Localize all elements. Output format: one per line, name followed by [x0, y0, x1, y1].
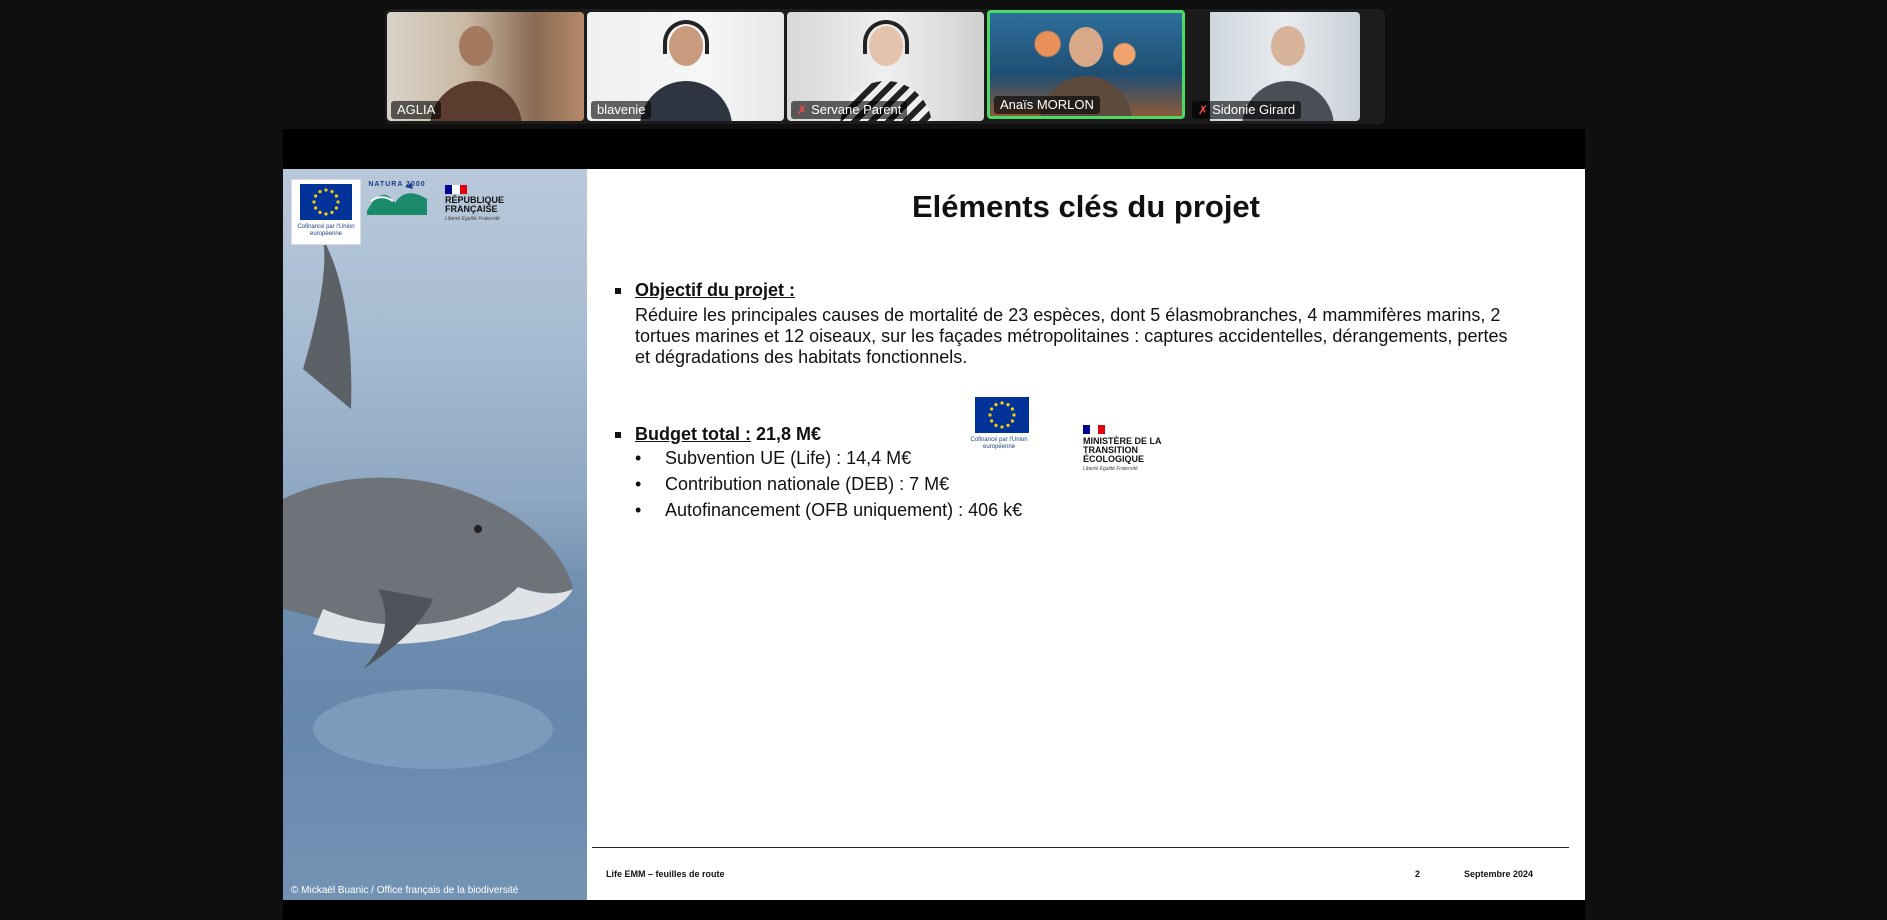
slide-title: Eléments clés du projet: [912, 189, 1260, 224]
microphone-off-icon: ✗: [1198, 103, 1209, 117]
eu-flag-icon: [300, 184, 352, 220]
dolphin-photo: Cofinancé par l'Union européenne NATURA …: [283, 169, 587, 900]
footer-project: Life EMM – feuilles de route: [606, 869, 725, 879]
participant-name-tag: Anaïs MORLON: [994, 96, 1100, 114]
eu-caption: Cofinancé par l'Union européenne: [970, 437, 1028, 450]
dolphin-illustration: [283, 239, 587, 900]
rf-motto: Liberté Égalité Fraternité: [445, 216, 500, 222]
shared-screen-bottom-bar: [283, 900, 1585, 920]
objective-heading: Objectif du projet :: [635, 280, 795, 300]
participant-name: Anaïs MORLON: [1000, 97, 1094, 112]
participant-name-tag: blavenie: [591, 101, 652, 119]
french-flag-icon: [1083, 425, 1105, 434]
ministry-motto: Liberté Égalité Fraternité: [1083, 466, 1138, 472]
budget-item-text: Subvention UE (Life) : 14,4 M€: [665, 448, 912, 468]
budget-item: • Subvention UE (Life) : 14,4 M€: [635, 448, 912, 468]
microphone-off-icon: ✗: [797, 103, 808, 117]
eu-logo-small: Cofinancé par l'Union européenne: [967, 397, 1031, 455]
participant-tile-anais-morlon[interactable]: Anaïs MORLON: [987, 10, 1185, 119]
budget-item: • Autofinancement (OFB uniquement) : 406 …: [635, 500, 1023, 520]
participant-name: Sidonie Girard: [1212, 102, 1296, 117]
shared-slide: Cofinancé par l'Union européenne NATURA …: [283, 169, 1585, 900]
footer-page-number: 2: [1415, 869, 1421, 879]
republique-francaise-logo: RÉPUBLIQUE FRANÇAISE Liberté Égalité Fra…: [445, 185, 515, 222]
participant-face: [1069, 27, 1103, 67]
participant-name-tag: ✗ Servane Parent: [791, 101, 908, 119]
eu-flag-icon: [975, 397, 1029, 433]
rf-name: RÉPUBLIQUE FRANÇAISE: [445, 195, 505, 214]
footer-date: Septembre 2024: [1464, 869, 1534, 879]
eu-logo: Cofinancé par l'Union européenne: [291, 179, 361, 245]
participant-name: blavenie: [597, 102, 646, 117]
ministry-name: MINISTÈRE DE LA TRANSITION ÉCOLOGIQUE: [1083, 436, 1162, 464]
participant-face: [1270, 26, 1305, 66]
participant-name: Servane Parent: [811, 102, 902, 117]
french-flag-icon: [445, 185, 467, 194]
participant-name-tag: ✗ Sidonie Girard: [1192, 101, 1302, 119]
participant-tile-aglia[interactable]: AGLIA: [387, 12, 584, 121]
budget-item-text: Contribution nationale (DEB) : 7 M€: [665, 474, 950, 494]
participant-tile-sidonie-girard[interactable]: ✗ Sidonie Girard: [1188, 12, 1360, 121]
square-bullet-icon: [615, 288, 621, 295]
photo-credit: © Mickaël Buanic / Office français de la…: [291, 885, 519, 896]
budget-item: • Contribution nationale (DEB) : 7 M€: [635, 474, 950, 494]
budget-section: Budget total : 21,8 M€ • Subvention UE (L…: [615, 424, 1115, 523]
eu-caption: Cofinancé par l'Union européenne: [297, 224, 355, 237]
square-bullet-icon: [615, 432, 621, 439]
objective-section: Objectif du projet : Réduire les princip…: [615, 280, 1515, 368]
objective-text: Réduire les principales causes de mortal…: [635, 305, 1508, 367]
budget-total: 21,8 M€: [756, 424, 822, 444]
footer-divider: [592, 847, 1569, 848]
participant-name: AGLIA: [397, 102, 436, 117]
participant-tile-servane-parent[interactable]: ✗ Servane Parent: [787, 12, 984, 121]
shared-screen-top-bar: [283, 129, 1585, 169]
natura-2000-logo: NATURA 2000: [365, 181, 429, 227]
budget-heading: Budget total :: [635, 424, 751, 444]
participant-name-tag: AGLIA: [391, 101, 442, 119]
budget-item-text: Autofinancement (OFB uniquement) : 406 k…: [665, 500, 1023, 520]
participant-face: [458, 26, 493, 66]
participant-tile-blavenie[interactable]: blavenie: [587, 12, 784, 121]
ministry-logo: MINISTÈRE DE LA TRANSITION ÉCOLOGIQUE Li…: [1083, 425, 1179, 472]
